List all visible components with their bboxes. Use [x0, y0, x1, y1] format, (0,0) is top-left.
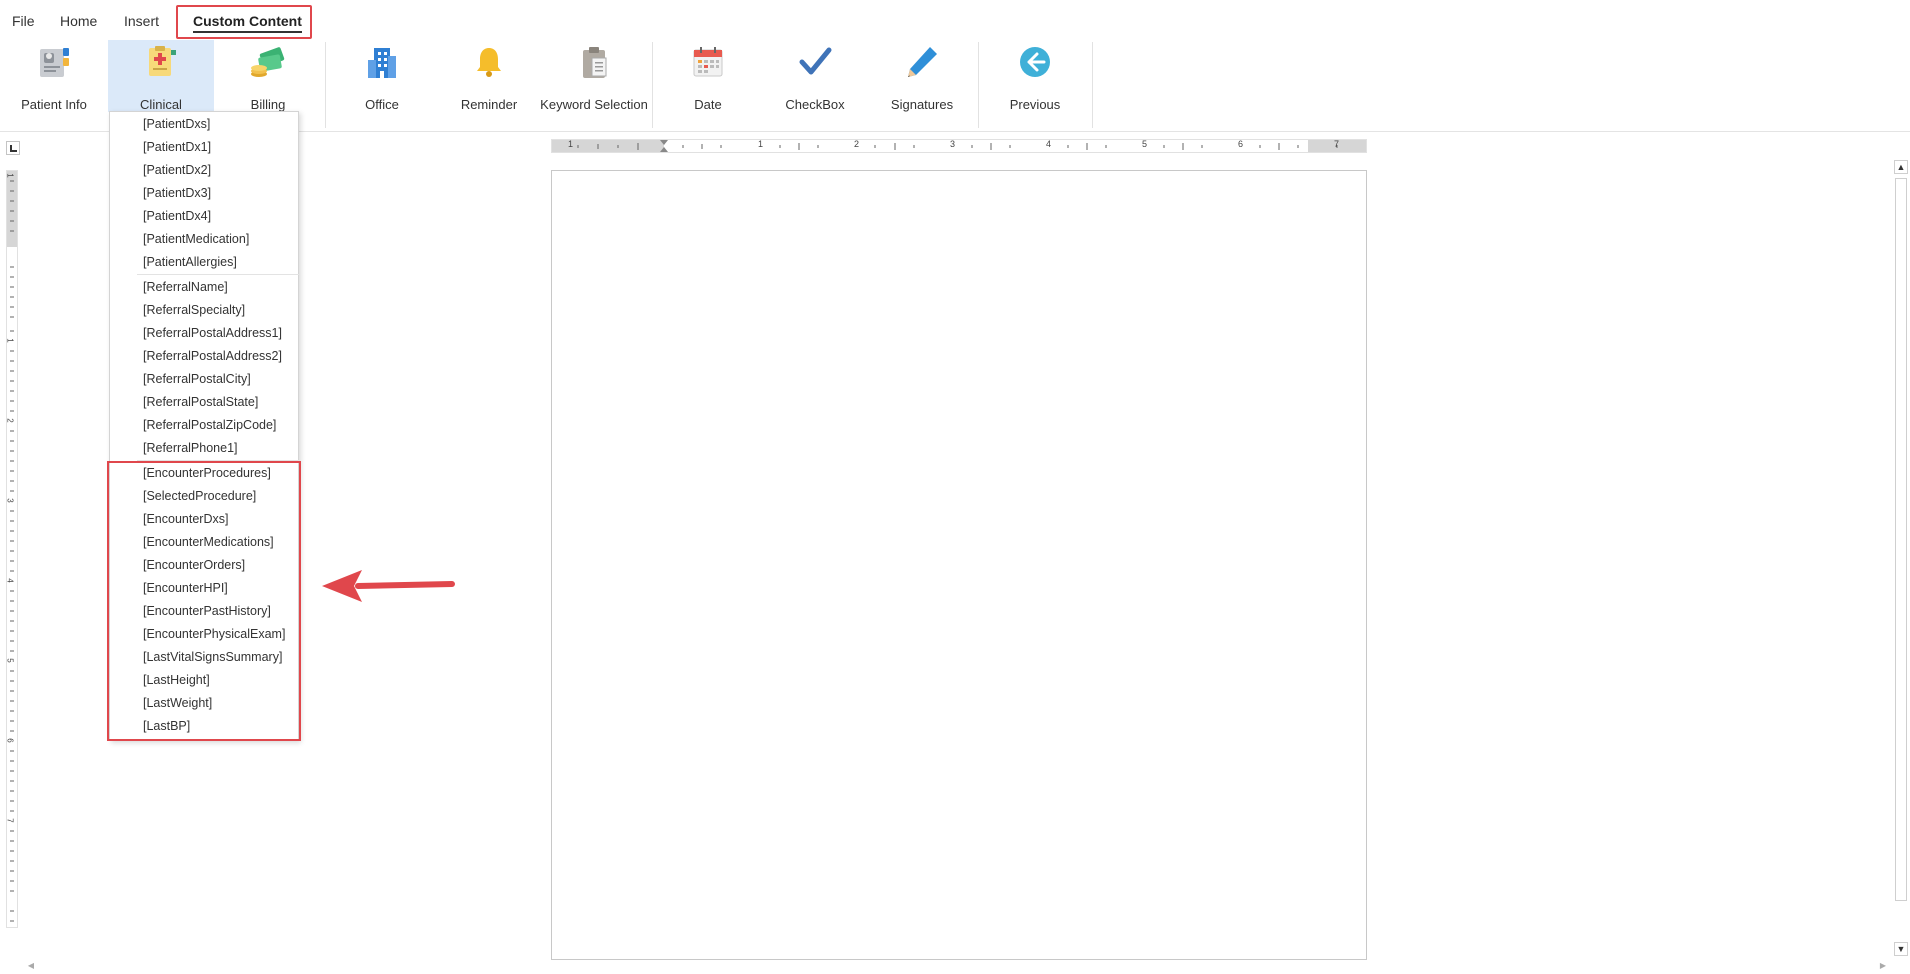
menu-item-referral-postal-state[interactable]: [ReferralPostalState]	[143, 395, 258, 409]
scroll-up-arrow-icon[interactable]: ▲	[1894, 160, 1908, 174]
clinical-icon	[141, 43, 181, 80]
clipboard-icon	[574, 43, 614, 80]
ruler-label: 3	[950, 139, 956, 149]
ruler-label: 4	[5, 578, 15, 583]
office-label: Office	[365, 97, 399, 112]
menu-item-patient-dx4[interactable]: [PatientDx4]	[143, 209, 211, 223]
office-button[interactable]: Office	[342, 40, 422, 112]
reminder-label: Reminder	[460, 97, 518, 112]
patient-info-button[interactable]: Patient Info	[14, 40, 94, 112]
ruler-label: 3	[5, 498, 15, 503]
ribbon-separator	[1092, 42, 1093, 128]
vertical-ruler[interactable]: 1 1 2 3 4 5 6 7	[6, 170, 18, 928]
date-label: Date	[694, 97, 722, 112]
menu-item-referral-postal-address1[interactable]: [ReferralPostalAddress1]	[143, 326, 282, 340]
tab-stop-selector[interactable]	[6, 141, 20, 155]
signatures-label: Signatures	[890, 97, 954, 112]
pen-icon	[902, 43, 942, 80]
menu-item-referral-name[interactable]: [ReferralName]	[143, 280, 228, 294]
previous-button[interactable]: Previous	[995, 40, 1075, 112]
calendar-icon	[688, 43, 728, 80]
ruler-label: 2	[854, 139, 860, 149]
reminder-button[interactable]: Reminder	[449, 40, 529, 112]
horizontal-ruler[interactable]: 1 1 2 3 4 5 6 7	[551, 139, 1367, 153]
menu-item-patient-allergies[interactable]: [PatientAllergies]	[143, 255, 237, 269]
ruler-label: 1	[568, 139, 574, 149]
vertical-scrollbar[interactable]: ▲ ▼	[1894, 160, 1908, 957]
horizontal-scrollbar[interactable]: ◀ ▶	[24, 960, 1890, 974]
menu-item-referral-postal-zip-code[interactable]: [ReferralPostalZipCode]	[143, 418, 276, 432]
ruler-label: 5	[1142, 139, 1148, 149]
ruler-label: 1	[5, 338, 15, 343]
menu-item-patient-dx3[interactable]: [PatientDx3]	[143, 186, 211, 200]
menu-item-patient-dx1[interactable]: [PatientDx1]	[143, 140, 211, 154]
checkmark-icon	[795, 43, 835, 80]
date-button[interactable]: Date	[668, 40, 748, 112]
ruler-label: 2	[5, 418, 15, 423]
ruler-label: 5	[5, 658, 15, 663]
ribbon-tab-bar: File Home Insert Custom Content	[0, 0, 1910, 40]
ruler-ticks	[10, 180, 14, 922]
scroll-down-arrow-icon[interactable]: ▼	[1894, 942, 1908, 956]
checkbox-button[interactable]: CheckBox	[775, 40, 855, 112]
menu-item-referral-postal-city[interactable]: [ReferralPostalCity]	[143, 372, 251, 386]
ruler-label: 6	[1238, 139, 1244, 149]
office-building-icon	[362, 43, 402, 80]
encounter-items-highlight-box	[107, 461, 301, 741]
billing-label: Billing	[250, 97, 286, 112]
previous-label: Previous	[1009, 97, 1061, 112]
patient-info-label: Patient Info	[21, 97, 87, 112]
ruler-label: 1	[5, 173, 15, 178]
ribbon-separator	[325, 42, 326, 128]
bell-icon	[469, 43, 509, 80]
billing-button[interactable]: Billing	[228, 40, 308, 112]
annotation-arrow-icon	[322, 570, 455, 602]
ruler-ticks	[577, 140, 1338, 152]
ruler-label: 4	[1046, 139, 1052, 149]
menu-item-referral-phone1[interactable]: [ReferralPhone1]	[143, 441, 238, 455]
tab-home[interactable]: Home	[60, 13, 97, 29]
ribbon-separator	[978, 42, 979, 128]
keyword-selection-button[interactable]: Keyword Selection	[540, 40, 648, 112]
keyword-selection-label: Keyword Selection	[540, 97, 648, 112]
tab-highlight-box	[176, 5, 312, 39]
clinical-label: Clinical	[140, 97, 182, 112]
tab-file[interactable]: File	[12, 13, 35, 29]
scroll-thumb[interactable]	[1895, 178, 1907, 901]
tab-insert[interactable]: Insert	[124, 13, 159, 29]
menu-item-referral-postal-address2[interactable]: [ReferralPostalAddress2]	[143, 349, 282, 363]
ruler-label: 6	[5, 738, 15, 743]
ruler-label: 7	[1334, 139, 1340, 149]
checkbox-label: CheckBox	[785, 97, 845, 112]
patient-info-icon	[34, 43, 74, 80]
signatures-button[interactable]: Signatures	[882, 40, 962, 112]
back-arrow-icon	[1015, 43, 1055, 80]
document-page[interactable]	[551, 170, 1367, 960]
clinical-button[interactable]: Clinical	[108, 40, 214, 112]
menu-item-patient-dx2[interactable]: [PatientDx2]	[143, 163, 211, 177]
ribbon-separator	[652, 42, 653, 128]
menu-item-patient-medication[interactable]: [PatientMedication]	[143, 232, 249, 246]
billing-icon	[248, 43, 288, 80]
ruler-label: 1	[758, 139, 764, 149]
ruler-label: 7	[5, 818, 15, 823]
menu-separator	[137, 274, 299, 275]
menu-item-referral-specialty[interactable]: [ReferralSpecialty]	[143, 303, 245, 317]
menu-item-patient-dxs[interactable]: [PatientDxs]	[143, 117, 210, 131]
